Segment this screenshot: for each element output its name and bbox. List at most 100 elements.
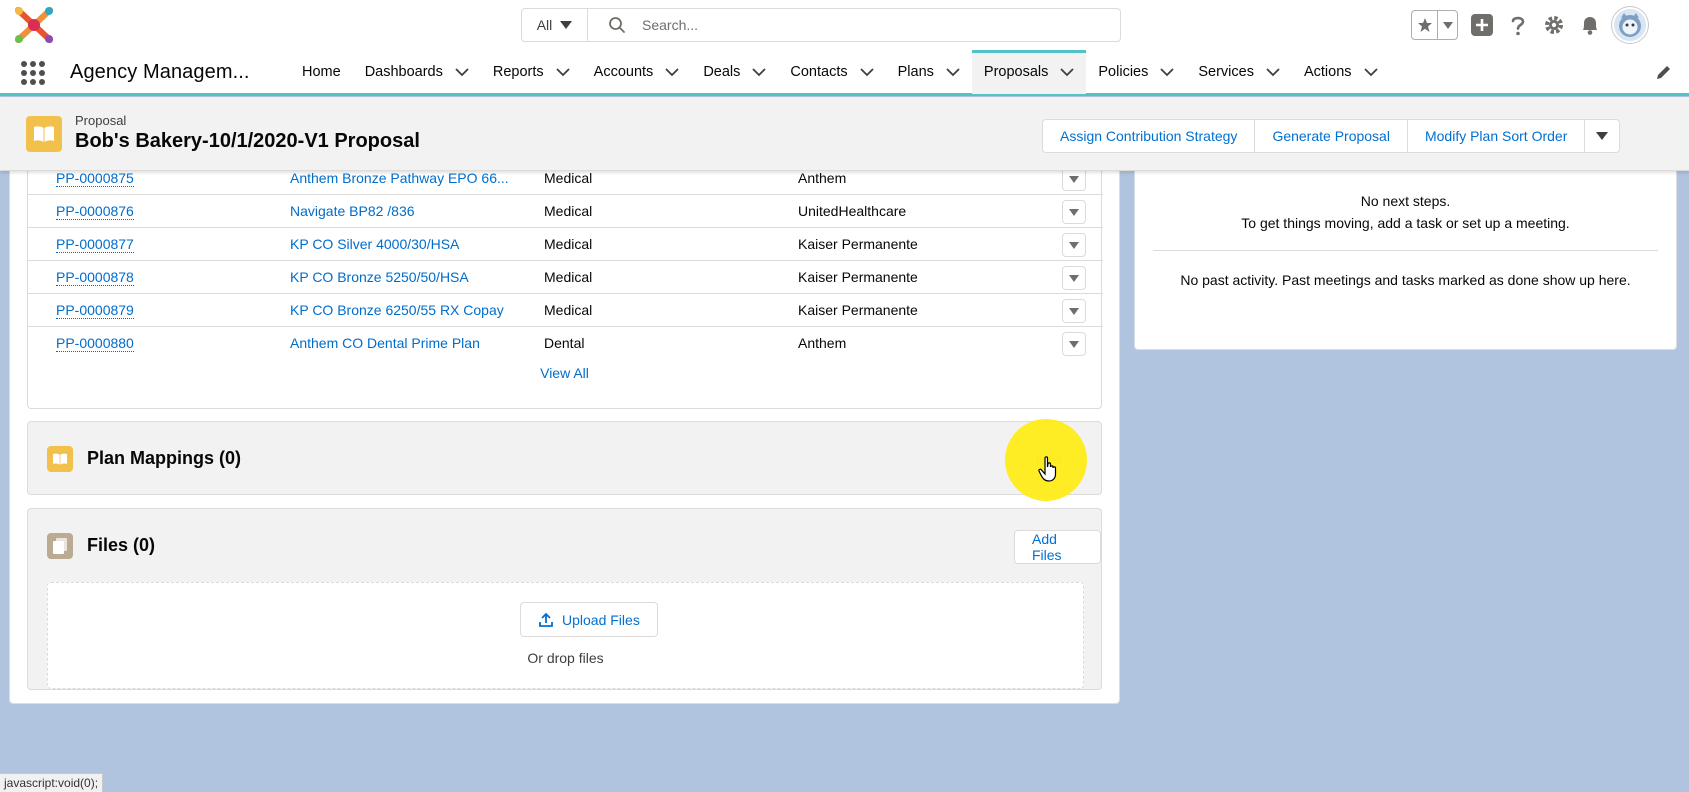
global-search[interactable]: All Search... (521, 8, 1121, 42)
table-row: PP-0000880 Anthem CO Dental Prime Plan D… (28, 327, 1103, 360)
row-actions-button[interactable] (1062, 266, 1086, 290)
add-files-button[interactable]: Add Files (1014, 530, 1101, 564)
nav-item-contacts[interactable]: Contacts (778, 50, 885, 94)
plan-mappings-icon (47, 446, 73, 472)
plan-carrier: Anthem (798, 335, 846, 351)
row-actions-button[interactable] (1062, 332, 1086, 356)
table-row: PP-0000876 Navigate BP82 /836 Medical Un… (28, 195, 1103, 228)
plan-type: Medical (544, 170, 592, 186)
view-all-link[interactable]: View All (540, 365, 589, 381)
plan-type: Medical (544, 203, 592, 219)
chevron-down-icon[interactable] (665, 68, 679, 77)
table-row: PP-0000877 KP CO Silver 4000/30/HSA Medi… (28, 228, 1103, 261)
chevron-down-icon (1069, 308, 1079, 315)
nav-item-dashboards[interactable]: Dashboards (353, 50, 481, 94)
chevron-down-icon[interactable] (556, 68, 570, 77)
chevron-down-icon[interactable] (1266, 68, 1280, 77)
file-drop-zone[interactable]: Upload Files Or drop files (47, 582, 1084, 689)
divider (1153, 250, 1658, 251)
nav-item-label: Dashboards (365, 64, 443, 80)
next-steps-hint-text: To get things moving, add a task or set … (1135, 215, 1676, 231)
related-lists-panel: PP-0000875 Anthem Bronze Pathway EPO 66.… (9, 150, 1120, 704)
plan-name-link[interactable]: Anthem CO Dental Prime Plan (290, 335, 480, 351)
plan-id-link[interactable]: PP-0000878 (56, 269, 134, 286)
browser-status-bar: javascript:void(0); (0, 773, 103, 792)
navigation-bar: Agency Managem... Home Dashboards Report… (0, 50, 1689, 96)
plan-id-link[interactable]: PP-0000879 (56, 302, 134, 319)
chevron-down-icon[interactable] (946, 68, 960, 77)
row-actions-button[interactable] (1062, 299, 1086, 323)
plan-name-link[interactable]: Anthem Bronze Pathway EPO 66... (290, 170, 509, 186)
nav-item-accounts[interactable]: Accounts (582, 50, 692, 94)
chevron-down-icon[interactable] (1060, 68, 1074, 77)
app-launcher-icon[interactable] (20, 60, 46, 86)
nav-item-home[interactable]: Home (290, 50, 353, 94)
files-related-list: Files (0) Add Files Upload Files Or drop… (27, 508, 1102, 690)
row-actions-button[interactable] (1062, 200, 1086, 224)
record-object-type: Proposal (75, 113, 126, 128)
search-scope-select[interactable]: All (522, 9, 588, 41)
nav-item-proposals[interactable]: Proposals (972, 50, 1086, 94)
plan-carrier: Kaiser Permanente (798, 236, 918, 252)
nav-item-label: Actions (1304, 64, 1352, 80)
plan-name-link[interactable]: KP CO Bronze 5250/50/HSA (290, 269, 469, 285)
nav-item-label: Contacts (790, 64, 847, 80)
chevron-down-icon (1069, 242, 1079, 249)
plan-name-link[interactable]: KP CO Silver 4000/30/HSA (290, 236, 459, 252)
add-icon[interactable] (1464, 9, 1500, 41)
generate-proposal-button[interactable]: Generate Proposal (1255, 120, 1408, 152)
plan-id-link[interactable]: PP-0000875 (56, 170, 134, 187)
favorites-button-group[interactable] (1411, 10, 1458, 40)
record-highlights-header: Proposal Bob's Bakery-10/1/2020-V1 Propo… (0, 97, 1689, 171)
star-icon[interactable] (1412, 11, 1438, 39)
app-logo-icon[interactable] (12, 4, 56, 46)
nav-item-plans[interactable]: Plans (886, 50, 972, 94)
assign-contribution-strategy-button[interactable]: Assign Contribution Strategy (1043, 120, 1255, 152)
plan-mappings-related-list: Plan Mappings (0) New (27, 421, 1102, 495)
search-scope-label: All (537, 17, 553, 33)
user-avatar[interactable] (1612, 7, 1648, 43)
more-actions-button[interactable] (1585, 120, 1619, 152)
nav-item-deals[interactable]: Deals (691, 50, 778, 94)
search-input[interactable]: Search... (642, 17, 698, 33)
chevron-down-icon[interactable] (1160, 68, 1174, 77)
app-name: Agency Managem... (70, 61, 250, 84)
chevron-down-icon[interactable] (752, 68, 766, 77)
chevron-down-icon (1069, 275, 1079, 282)
proposal-plans-related-list: PP-0000875 Anthem Bronze Pathway EPO 66.… (27, 151, 1102, 409)
chevron-down-icon[interactable] (1364, 68, 1378, 77)
help-icon[interactable] (1500, 9, 1536, 41)
activity-panel: No next steps. To get things moving, add… (1134, 150, 1677, 350)
record-title: Bob's Bakery-10/1/2020-V1 Proposal (75, 130, 420, 153)
plan-carrier: UnitedHealthcare (798, 203, 906, 219)
chevron-down-icon (560, 21, 572, 29)
plan-type: Dental (544, 335, 584, 351)
nav-item-reports[interactable]: Reports (481, 50, 582, 94)
nav-item-label: Reports (493, 64, 544, 80)
plan-id-link[interactable]: PP-0000876 (56, 203, 134, 220)
nav-item-policies[interactable]: Policies (1086, 50, 1186, 94)
gear-icon[interactable] (1536, 9, 1572, 41)
chevron-down-icon[interactable] (860, 68, 874, 77)
favorites-dropdown-icon[interactable] (1438, 22, 1457, 29)
plan-id-link[interactable]: PP-0000877 (56, 236, 134, 253)
table-row: PP-0000878 KP CO Bronze 5250/50/HSA Medi… (28, 261, 1103, 294)
search-icon (608, 16, 626, 34)
plan-id-link[interactable]: PP-0000880 (56, 335, 134, 352)
notification-bell-icon[interactable] (1572, 9, 1608, 41)
pencil-icon[interactable] (1655, 63, 1673, 81)
nav-item-label: Plans (898, 64, 934, 80)
modify-plan-sort-order-button[interactable]: Modify Plan Sort Order (1408, 120, 1585, 152)
plan-mappings-title: Plan Mappings (0) (87, 448, 241, 469)
hand-pointer-icon (1038, 456, 1060, 482)
upload-files-button[interactable]: Upload Files (520, 602, 658, 637)
nav-item-services[interactable]: Services (1186, 50, 1292, 94)
nav-item-label: Policies (1098, 64, 1148, 80)
row-actions-button[interactable] (1062, 233, 1086, 257)
plan-name-link[interactable]: KP CO Bronze 6250/55 RX Copay (290, 302, 504, 318)
plan-name-link[interactable]: Navigate BP82 /836 (290, 203, 415, 219)
record-action-buttons: Assign Contribution Strategy Generate Pr… (1042, 119, 1620, 153)
nav-item-actions[interactable]: Actions (1292, 50, 1390, 94)
chevron-down-icon (1069, 209, 1079, 216)
chevron-down-icon[interactable] (455, 68, 469, 77)
